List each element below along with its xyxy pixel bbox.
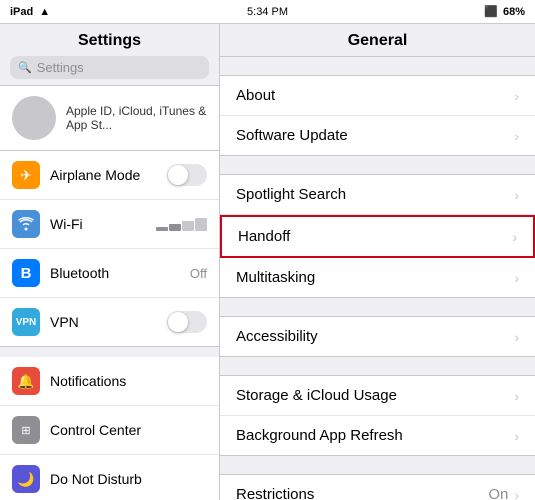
right-item-multitasking[interactable]: Multitasking › [220, 258, 535, 297]
storageicloud-chevron: › [514, 388, 519, 404]
bluetooth-value: Off [190, 266, 207, 281]
softwareupdate-label: Software Update [236, 127, 514, 144]
sidebar-item-notifications[interactable]: 🔔 Notifications [0, 357, 219, 406]
controlcenter-icon: ⊞ [12, 416, 40, 444]
status-right: ⬛ 68% [484, 5, 525, 18]
notifications-icon: 🔔 [12, 367, 40, 395]
donotdisturb-icon: 🌙 [12, 465, 40, 493]
airplane-label: Airplane Mode [50, 167, 157, 183]
search-placeholder: Settings [37, 60, 84, 75]
wifi-strength [156, 217, 207, 231]
airplane-toggle[interactable] [167, 164, 207, 186]
wifi-label: Wi-Fi [50, 216, 146, 232]
accessibility-label: Accessibility [236, 328, 514, 345]
softwareupdate-chevron: › [514, 128, 519, 144]
restrictions-value: On [488, 486, 508, 500]
sidebar-item-airplane[interactable]: ✈ Airplane Mode [0, 151, 219, 200]
controlcenter-label: Control Center [50, 422, 207, 438]
sidebar-item-wifi[interactable]: Wi-Fi [0, 200, 219, 249]
handoff-label: Handoff [238, 228, 512, 245]
right-section-accessibility: Accessibility › [220, 316, 535, 357]
bluetooth-label: Bluetooth [50, 265, 180, 281]
backgroundapprefresh-chevron: › [514, 428, 519, 444]
wifi-icon [12, 210, 40, 238]
spotlightsearch-chevron: › [514, 187, 519, 203]
status-bar: iPad ▲ 5:34 PM ⬛ 68% [0, 0, 535, 24]
right-header: General [220, 24, 535, 57]
sidebar: Settings 🔍 Settings Apple ID, iCloud, iT… [0, 24, 220, 500]
storageicloud-label: Storage & iCloud Usage [236, 387, 514, 404]
sidebar-section-connectivity: ✈ Airplane Mode Wi-Fi [0, 151, 219, 347]
right-item-handoff[interactable]: Handoff › [220, 215, 535, 258]
bluetooth-icon: B [12, 259, 40, 287]
right-item-spotlightsearch[interactable]: Spotlight Search › [220, 175, 535, 215]
sidebar-item-controlcenter[interactable]: ⊞ Control Center [0, 406, 219, 455]
search-bar[interactable]: 🔍 Settings [10, 56, 209, 79]
vpn-icon: VPN [12, 308, 40, 336]
wifi-bar-3 [182, 221, 194, 231]
backgroundapprefresh-label: Background App Refresh [236, 427, 514, 444]
avatar [12, 96, 56, 140]
sidebar-section-alerts: 🔔 Notifications ⊞ Control Center 🌙 Do No… [0, 357, 219, 500]
sidebar-item-donotdisturb[interactable]: 🌙 Do Not Disturb [0, 455, 219, 500]
right-item-backgroundapprefresh[interactable]: Background App Refresh › [220, 416, 535, 455]
wifi-bar-2 [169, 224, 181, 231]
restrictions-chevron: › [514, 487, 519, 500]
battery-icon: ⬛ [484, 5, 498, 18]
donotdisturb-label: Do Not Disturb [50, 471, 207, 487]
profile-row[interactable]: Apple ID, iCloud, iTunes & App St... [0, 86, 219, 151]
profile-label: Apple ID, iCloud, iTunes & App St... [66, 104, 207, 132]
search-icon: 🔍 [18, 61, 32, 74]
main-layout: Settings 🔍 Settings Apple ID, iCloud, iT… [0, 24, 535, 500]
wifi-bar-4 [195, 218, 207, 231]
ipad-label: iPad [10, 6, 33, 18]
sidebar-header: Settings 🔍 Settings [0, 24, 219, 86]
right-item-storageicloud[interactable]: Storage & iCloud Usage › [220, 376, 535, 416]
right-panel-title: General [236, 32, 519, 50]
battery-label: 68% [503, 6, 525, 18]
notifications-label: Notifications [50, 373, 207, 389]
restrictions-label: Restrictions [236, 486, 488, 500]
status-time: 5:34 PM [247, 6, 288, 18]
wifi-icon: ▲ [39, 6, 50, 18]
right-item-accessibility[interactable]: Accessibility › [220, 317, 535, 356]
right-item-restrictions[interactable]: Restrictions On › [220, 475, 535, 500]
right-section-info: About › Software Update › [220, 75, 535, 156]
sidebar-title: Settings [10, 32, 209, 50]
right-item-about[interactable]: About › [220, 76, 535, 116]
multitasking-chevron: › [514, 270, 519, 286]
about-label: About [236, 87, 514, 104]
right-panel: General About › Software Update › Spotli… [220, 24, 535, 500]
status-left: iPad ▲ [10, 6, 50, 18]
sidebar-item-vpn[interactable]: VPN VPN [0, 298, 219, 346]
multitasking-label: Multitasking [236, 269, 514, 286]
right-section-features: Spotlight Search › Handoff › Multitaskin… [220, 174, 535, 298]
sidebar-item-bluetooth[interactable]: B Bluetooth Off [0, 249, 219, 298]
right-section-storage: Storage & iCloud Usage › Background App … [220, 375, 535, 456]
vpn-label: VPN [50, 314, 157, 330]
right-section-restrictions: Restrictions On › [220, 474, 535, 500]
airplane-toggle-knob [168, 165, 188, 185]
airplane-icon: ✈ [12, 161, 40, 189]
spotlightsearch-label: Spotlight Search [236, 186, 514, 203]
vpn-toggle[interactable] [167, 311, 207, 333]
wifi-bar-1 [156, 227, 168, 231]
handoff-chevron: › [512, 229, 517, 245]
right-item-softwareupdate[interactable]: Software Update › [220, 116, 535, 155]
about-chevron: › [514, 88, 519, 104]
accessibility-chevron: › [514, 329, 519, 345]
vpn-toggle-knob [168, 312, 188, 332]
